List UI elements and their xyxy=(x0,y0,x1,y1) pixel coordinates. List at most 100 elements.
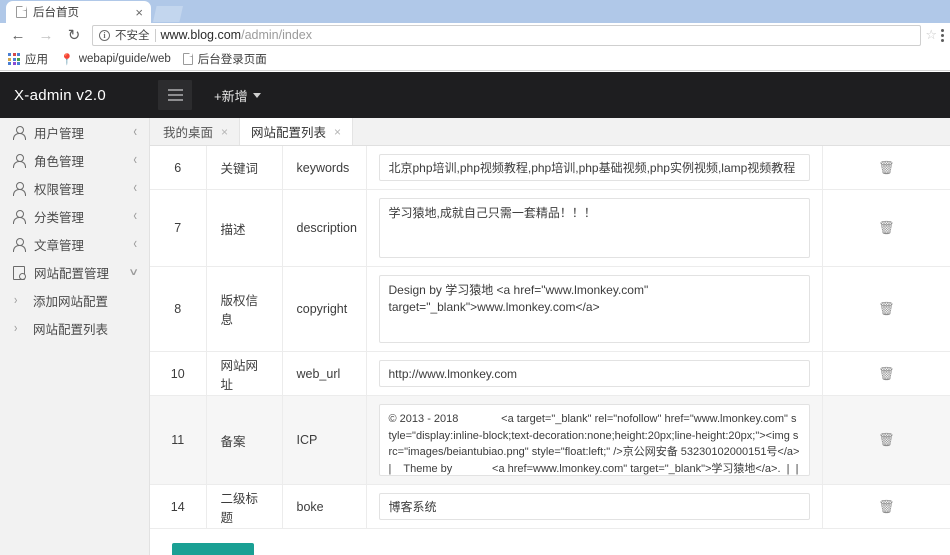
sidebar-item-role-management[interactable]: 角色管理 ‹ xyxy=(0,146,149,174)
url-host: www.blog.com xyxy=(160,28,242,42)
value-input-boke[interactable] xyxy=(378,493,810,520)
browser-toolbar: ← → ↻ i 不安全 www.blog.com/admin/index ☆ xyxy=(0,23,950,48)
add-new-label: +新增 xyxy=(214,88,248,104)
sidebar-subitem-label: 网站配置列表 xyxy=(33,322,109,337)
cell-key: web_url xyxy=(282,351,367,396)
cell-id: 14 xyxy=(150,484,207,529)
cell-key: boke xyxy=(282,484,367,529)
cell-id: 6 xyxy=(150,146,207,190)
cell-name: 备案 xyxy=(206,395,283,485)
security-label: 不安全 xyxy=(115,30,150,42)
cell-actions: 🗑 xyxy=(822,189,950,267)
sidebar-item-user-management[interactable]: 用户管理 ‹ xyxy=(0,118,149,146)
page-viewport: X-admin v2.0 +新增 用户管理 ‹ 角色管理 ‹ 权限管理 ‹ 分类… xyxy=(0,72,950,555)
sidebar-subitem-label: 添加网站配置 xyxy=(33,294,109,309)
close-icon[interactable]: × xyxy=(133,6,145,19)
sidebar-item-permission-management[interactable]: 权限管理 ‹ xyxy=(0,174,149,202)
bookmark-item[interactable]: 📍 webapi/guide/web xyxy=(60,53,171,66)
sidebar-item-category-management[interactable]: 分类管理 ‹ xyxy=(0,202,149,230)
cell-name: 版权信息 xyxy=(206,266,283,352)
forward-icon[interactable]: → xyxy=(34,24,58,46)
reload-icon[interactable]: ↻ xyxy=(62,24,86,46)
tab-label: 我的桌面 xyxy=(163,126,214,140)
cell-name: 关键词 xyxy=(206,146,283,190)
add-new-button[interactable]: +新增 xyxy=(214,86,261,105)
value-textarea-copyright[interactable]: Design by 学习猿地 <a href="www.lmonkey.com"… xyxy=(378,275,810,343)
table-row: 14 二级标题 boke 🗑 xyxy=(150,484,950,529)
bookmarks-bar: 应用 📍 webapi/guide/web 后台登录页面 xyxy=(0,48,950,71)
config-table: 6 关键词 keywords 🗑 xyxy=(150,146,950,529)
user-icon xyxy=(12,181,26,196)
form-actions: 批量修改 xyxy=(150,529,950,555)
close-icon[interactable]: × xyxy=(334,125,341,139)
tab-site-config-list[interactable]: 网站配置列表 × xyxy=(240,118,354,145)
info-circle-icon[interactable]: i xyxy=(99,29,110,41)
browser-tabstrip: 后台首页 × xyxy=(0,0,950,23)
trash-icon[interactable]: 🗑 xyxy=(878,366,895,382)
config-icon xyxy=(12,266,26,280)
bookmark-apps[interactable]: 应用 xyxy=(8,51,48,67)
table-row: 8 版权信息 copyright Design by 学习猿地 <a href=… xyxy=(150,266,950,352)
tab-my-desktop[interactable]: 我的桌面 × xyxy=(152,118,241,145)
trash-icon[interactable]: 🗑 xyxy=(878,301,895,317)
cell-value: Design by 学习猿地 <a href="www.lmonkey.com"… xyxy=(366,266,823,352)
sidebar-subitem-add-site-config[interactable]: › 添加网站配置 xyxy=(0,286,149,314)
cell-value xyxy=(366,146,823,190)
trash-icon[interactable]: 🗑 xyxy=(878,160,895,176)
url-path: /admin/index xyxy=(241,28,312,42)
value-input-keywords[interactable] xyxy=(378,154,810,181)
cell-name: 二级标题 xyxy=(206,484,283,529)
pin-icon: 📍 xyxy=(60,53,74,66)
sidebar-item-article-management[interactable]: 文章管理 ‹ xyxy=(0,230,149,258)
app-logo: X-admin v2.0 xyxy=(14,86,106,104)
cell-name: 描述 xyxy=(206,189,283,267)
batch-modify-button[interactable]: 批量修改 xyxy=(172,543,255,555)
star-icon[interactable]: ☆ xyxy=(925,27,937,43)
chevron-left-icon: ‹ xyxy=(133,179,137,197)
content-area: 我的桌面 × 网站配置列表 × 6 关键词 keywords 北京php培训,p… xyxy=(150,118,950,555)
document-icon xyxy=(16,6,27,18)
value-textarea-icp[interactable]: © 2013 - 2018 <a target="_blank" rel="no… xyxy=(378,404,810,476)
trash-icon[interactable]: 🗑 xyxy=(878,220,895,236)
three-dot-menu-icon[interactable] xyxy=(941,28,944,42)
sidebar-item-site-config-management[interactable]: 网站配置管理 ∨ xyxy=(0,258,149,286)
bookmark-item[interactable]: 后台登录页面 xyxy=(182,51,267,67)
table-row: 7 描述 description 学习猿地,成就自己只需一套精品！！！ 🗑 xyxy=(150,189,950,267)
chevron-down-icon: ∨ xyxy=(127,266,139,278)
trash-icon[interactable]: 🗑 xyxy=(878,432,895,448)
cell-actions: 🗑 xyxy=(822,266,950,352)
address-bar[interactable]: i 不安全 www.blog.com/admin/index xyxy=(92,24,922,46)
table-row: 10 网站网址 web_url 🗑 xyxy=(150,351,950,396)
browser-tab-title: 后台首页 xyxy=(33,7,79,19)
cell-value: 学习猿地,成就自己只需一套精品！！！ xyxy=(366,189,823,267)
chevron-left-icon: ‹ xyxy=(133,235,137,253)
browser-tab[interactable]: 后台首页 × xyxy=(6,1,151,23)
cell-actions: 🗑 xyxy=(822,395,950,485)
config-panel: 6 关键词 keywords 🗑 xyxy=(150,146,950,555)
chevron-right-icon: › xyxy=(14,320,18,336)
bookmark-label: 后台登录页面 xyxy=(197,54,267,66)
cell-name: 网站网址 xyxy=(206,351,283,396)
browser-window: 后台首页 × ← → ↻ i 不安全 www.blog.com/admin/in… xyxy=(0,0,950,555)
table-row: 6 关键词 keywords 🗑 xyxy=(150,146,950,190)
close-icon[interactable]: × xyxy=(221,125,228,139)
user-icon xyxy=(12,153,26,168)
new-tab-button[interactable] xyxy=(153,6,183,22)
value-input-web-url[interactable] xyxy=(378,360,810,387)
document-icon xyxy=(182,53,193,65)
app-header: X-admin v2.0 +新增 xyxy=(0,72,950,118)
chevron-left-icon: ‹ xyxy=(133,123,137,141)
sidebar-subitem-site-config-list[interactable]: › 网站配置列表 xyxy=(0,314,149,342)
value-textarea-description[interactable]: 学习猿地,成就自己只需一套精品！！！ xyxy=(378,198,810,258)
cell-key: keywords xyxy=(282,146,367,190)
hamburger-menu-icon[interactable] xyxy=(158,80,192,110)
cell-id: 11 xyxy=(150,395,207,485)
table-row: 11 备案 ICP © 2013 - 2018 <a target="_blan… xyxy=(150,395,950,485)
sidebar-item-label: 角色管理 xyxy=(34,154,85,169)
tab-label: 网站配置列表 xyxy=(251,126,327,140)
sidebar-item-label: 分类管理 xyxy=(34,210,85,225)
back-icon[interactable]: ← xyxy=(6,24,30,46)
cell-key: copyright xyxy=(282,266,367,352)
trash-icon[interactable]: 🗑 xyxy=(878,499,895,515)
toolbar-right: ☆ xyxy=(925,27,944,43)
